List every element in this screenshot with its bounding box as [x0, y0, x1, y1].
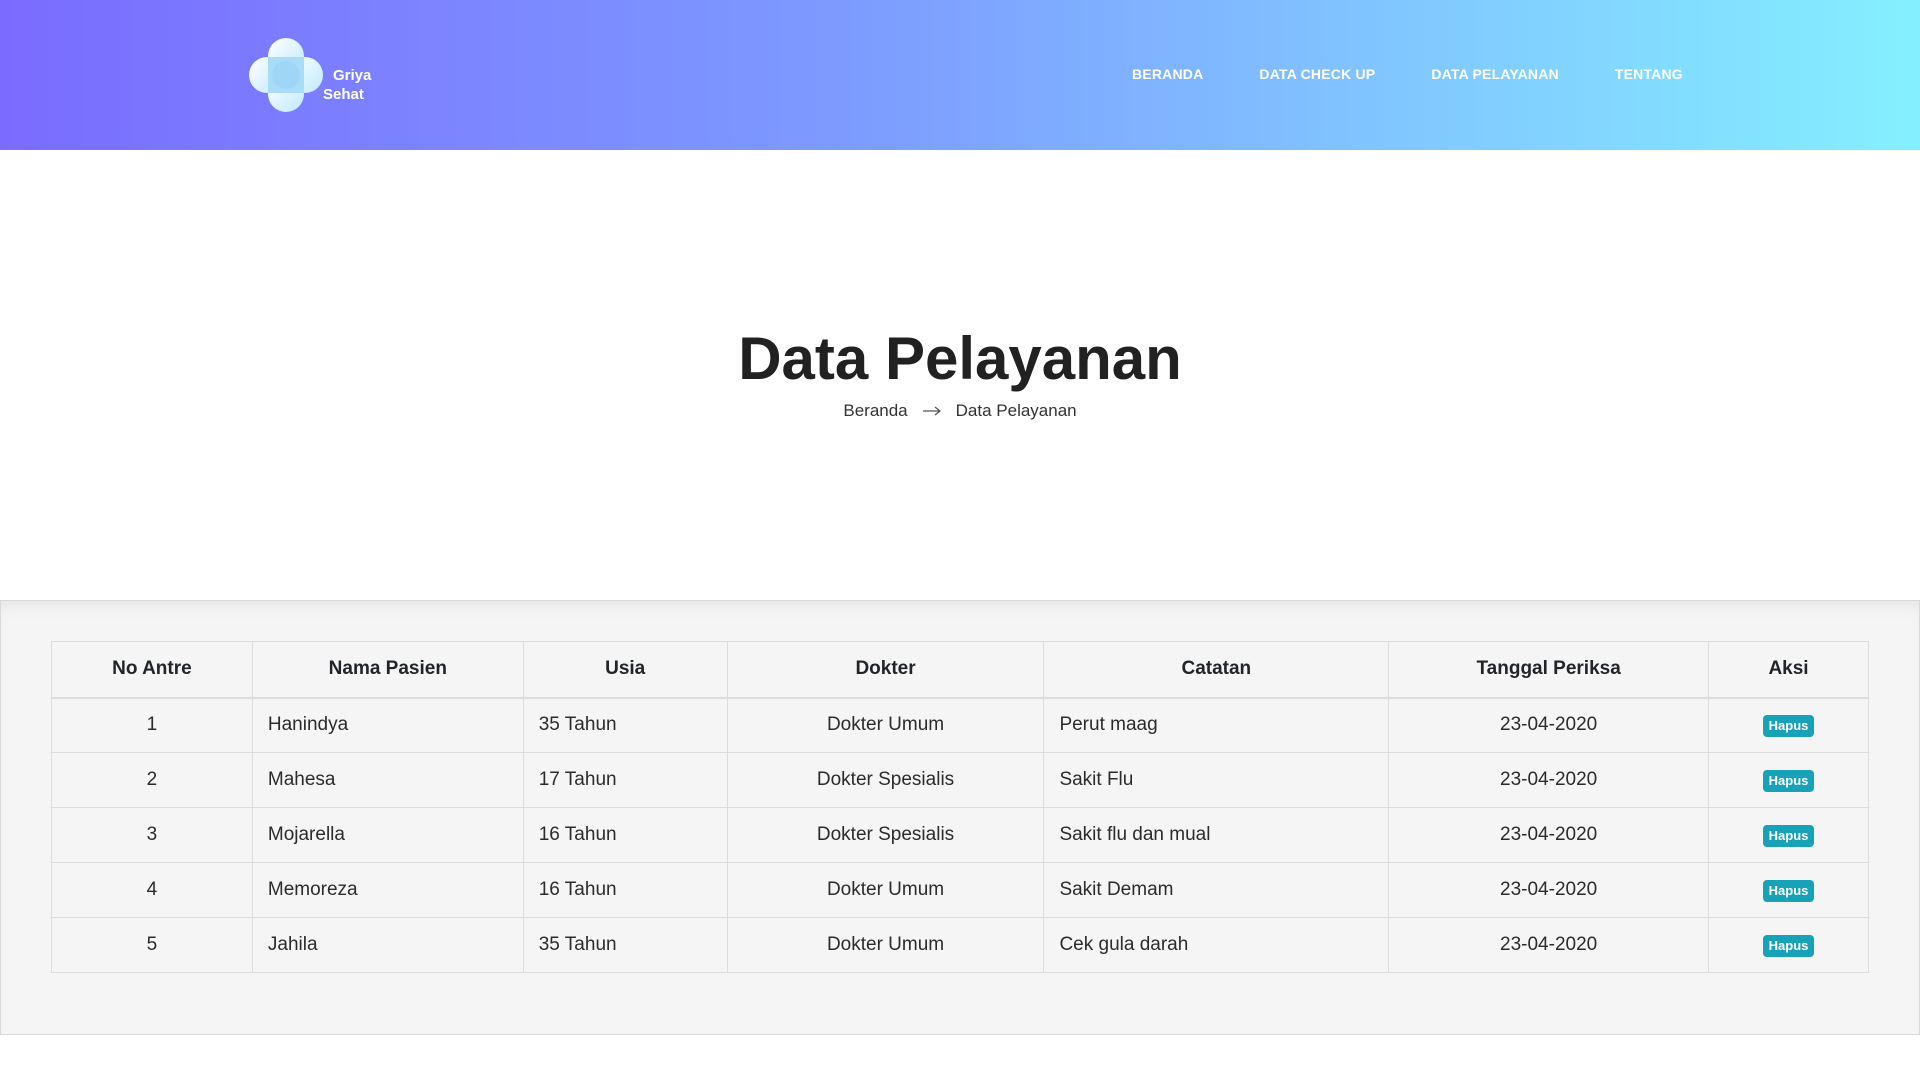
cell-tanggal-periksa: 23-04-2020	[1388, 697, 1710, 753]
cell-aksi: Hapus	[1708, 697, 1869, 753]
hapus-button[interactable]: Hapus	[1762, 879, 1815, 902]
table-row: 5 Jahila 35 Tahun Dokter Umum Cek gula d…	[51, 917, 1869, 973]
cell-dokter: Dokter Umum	[726, 862, 1045, 918]
table-row: 1 Hanindya 35 Tahun Dokter Umum Perut ma…	[51, 697, 1869, 753]
brand-logo-link[interactable]: Griya Sehat	[246, 36, 386, 116]
nav-item-data-check-up: DATA CHECK UP	[1259, 64, 1375, 84]
page-hero: Data Pelayanan Beranda Data Pelayanan	[0, 150, 1920, 600]
nav-item-data-pelayanan: DATA PELAYANAN	[1431, 64, 1559, 84]
cell-catatan: Sakit flu dan mual	[1043, 807, 1390, 863]
table-row: 3 Mojarella 16 Tahun Dokter Spesialis Sa…	[51, 807, 1869, 863]
breadcrumb-current: Data Pelayanan	[955, 400, 1077, 420]
hapus-button[interactable]: Hapus	[1762, 824, 1815, 847]
cell-usia: 35 Tahun	[522, 697, 728, 753]
page-title: Data Pelayanan	[738, 325, 1182, 392]
cell-aksi: Hapus	[1708, 807, 1869, 863]
cell-catatan: Sakit Flu	[1043, 752, 1390, 808]
nav-item-tentang: TENTANG	[1615, 64, 1683, 84]
nav-link-beranda[interactable]: BERANDA	[1132, 64, 1203, 84]
cell-tanggal-periksa: 23-04-2020	[1388, 862, 1710, 918]
cell-tanggal-periksa: 23-04-2020	[1388, 807, 1710, 863]
column-header-no-antre: No Antre	[51, 641, 253, 699]
cell-dokter: Dokter Spesialis	[726, 807, 1045, 863]
brand-line-1: Griya	[333, 67, 372, 84]
top-navbar: Griya Sehat BERANDA DATA CHECK UP DATA P…	[0, 0, 1920, 150]
table-header: No Antre Nama Pasien Usia Dokter Catatan…	[51, 641, 1869, 699]
cell-aksi: Hapus	[1708, 862, 1869, 918]
cell-catatan: Cek gula darah	[1043, 917, 1390, 973]
table-body: 1 Hanindya 35 Tahun Dokter Umum Perut ma…	[51, 697, 1869, 973]
table-header-row: No Antre Nama Pasien Usia Dokter Catatan…	[51, 641, 1869, 699]
nav-link-data-check-up[interactable]: DATA CHECK UP	[1259, 64, 1375, 84]
brand-line-2: Sehat	[323, 86, 364, 103]
nav-link-tentang[interactable]: TENTANG	[1615, 64, 1683, 84]
column-header-dokter: Dokter	[726, 641, 1045, 699]
column-header-usia: Usia	[522, 641, 728, 699]
cell-no-antre: 5	[51, 917, 253, 973]
cell-nama-pasien: Mahesa	[251, 752, 524, 808]
hapus-button[interactable]: Hapus	[1762, 769, 1815, 792]
cell-aksi: Hapus	[1708, 917, 1869, 973]
cell-dokter: Dokter Umum	[726, 917, 1045, 973]
table-row: 4 Memoreza 16 Tahun Dokter Umum Sakit De…	[51, 862, 1869, 918]
column-header-tanggal-periksa: Tanggal Periksa	[1388, 641, 1710, 699]
nav-link-data-pelayanan[interactable]: DATA PELAYANAN	[1431, 64, 1559, 84]
cell-no-antre: 2	[51, 752, 253, 808]
cell-tanggal-periksa: 23-04-2020	[1388, 752, 1710, 808]
cell-nama-pasien: Hanindya	[251, 697, 524, 753]
cell-nama-pasien: Mojarella	[251, 807, 524, 863]
cell-nama-pasien: Jahila	[251, 917, 524, 973]
cell-no-antre: 1	[51, 697, 253, 753]
cell-usia: 16 Tahun	[522, 807, 728, 863]
cell-tanggal-periksa: 23-04-2020	[1388, 917, 1710, 973]
cell-aksi: Hapus	[1708, 752, 1869, 808]
cell-no-antre: 4	[51, 862, 253, 918]
table-row: 2 Mahesa 17 Tahun Dokter Spesialis Sakit…	[51, 752, 1869, 808]
breadcrumb: Beranda Data Pelayanan	[0, 400, 1920, 421]
nav-item-beranda: BERANDA	[1132, 64, 1203, 84]
cell-usia: 17 Tahun	[522, 752, 728, 808]
brand-name: Griya Sehat	[323, 66, 371, 104]
medical-cross-logo-icon	[249, 38, 323, 112]
cell-catatan: Sakit Demam	[1043, 862, 1390, 918]
cell-catatan: Perut maag	[1043, 697, 1390, 753]
column-header-catatan: Catatan	[1043, 641, 1390, 699]
arrow-right-icon	[922, 400, 942, 421]
cell-usia: 35 Tahun	[522, 917, 728, 973]
cell-usia: 16 Tahun	[522, 862, 728, 918]
column-header-aksi: Aksi	[1708, 641, 1869, 699]
hapus-button[interactable]: Hapus	[1762, 714, 1815, 737]
cell-no-antre: 3	[51, 807, 253, 863]
cell-dokter: Dokter Spesialis	[726, 752, 1045, 808]
cell-nama-pasien: Memoreza	[251, 862, 524, 918]
hapus-button[interactable]: Hapus	[1762, 934, 1815, 957]
cell-dokter: Dokter Umum	[726, 697, 1045, 753]
pelayanan-table: No Antre Nama Pasien Usia Dokter Catatan…	[51, 641, 1869, 973]
column-header-nama-pasien: Nama Pasien	[251, 641, 524, 699]
data-panel: No Antre Nama Pasien Usia Dokter Catatan…	[0, 600, 1920, 1035]
main-nav: BERANDA DATA CHECK UP DATA PELAYANAN TEN…	[1132, 64, 1739, 84]
breadcrumb-home-link[interactable]: Beranda	[843, 401, 907, 421]
